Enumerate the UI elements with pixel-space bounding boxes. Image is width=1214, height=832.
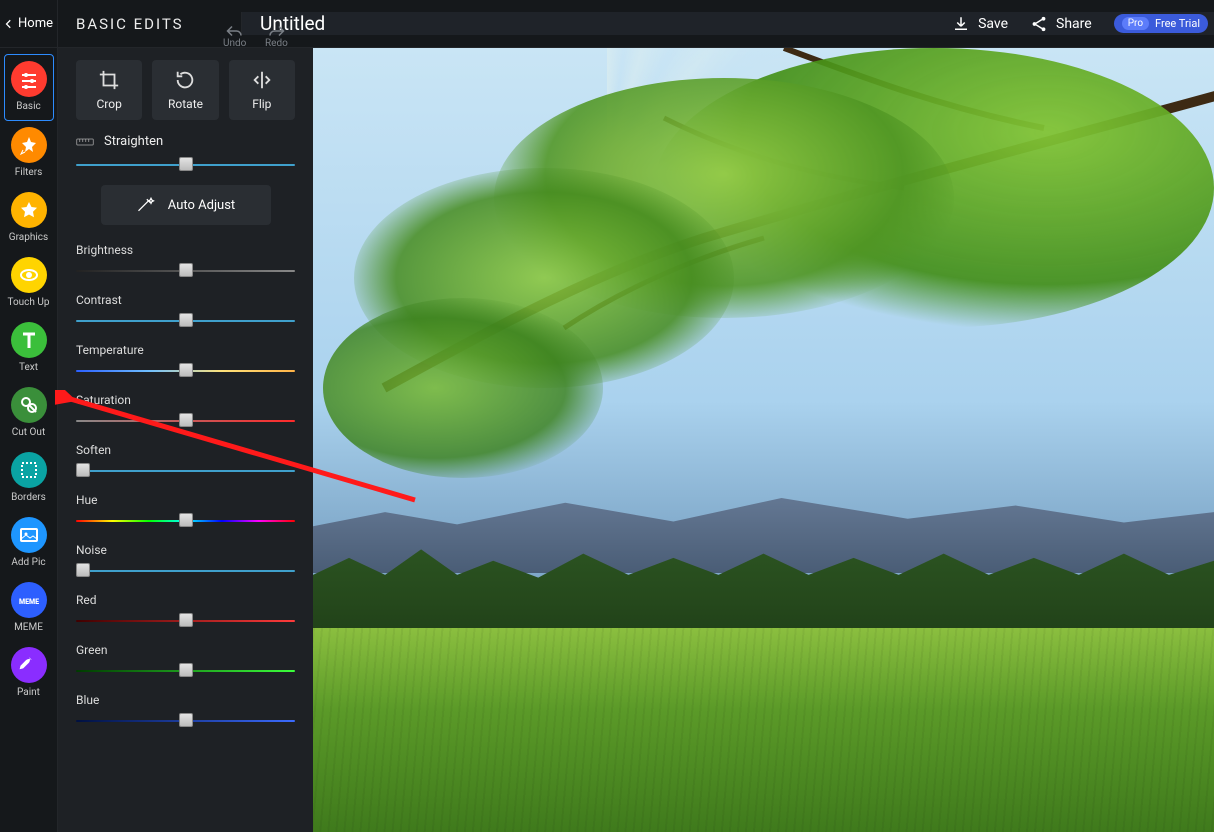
cutout-icon (11, 387, 47, 423)
straighten-icon (76, 135, 94, 149)
redo-button[interactable]: Redo (265, 24, 288, 49)
sidebar-item-basic[interactable]: Basic (4, 54, 54, 121)
svg-text:MEME: MEME (19, 598, 39, 606)
basic-icon (11, 61, 47, 97)
sidebar-item-addpic[interactable]: Add Pic (4, 511, 54, 576)
rotate-button[interactable]: Rotate (152, 60, 218, 120)
sidebar-item-label: Touch Up (7, 297, 49, 308)
green-slider[interactable] (76, 663, 295, 679)
crop-icon (98, 69, 120, 91)
sidebar-item-label: Filters (15, 167, 43, 178)
undo-button[interactable]: Undo (223, 24, 246, 49)
flip-icon (251, 69, 273, 91)
blue-slider[interactable] (76, 713, 295, 729)
sidebar-item-text[interactable]: Text (4, 316, 54, 381)
filters-icon (11, 127, 47, 163)
home-label: Home (18, 16, 53, 31)
sidebar-item-label: Graphics (9, 232, 48, 243)
brightness-slider[interactable] (76, 263, 295, 279)
temperature-slider[interactable] (76, 363, 295, 379)
borders-icon (11, 452, 47, 488)
sidebar-item-label: Text (19, 362, 38, 373)
flip-button[interactable]: Flip (229, 60, 295, 120)
sidebar-item-label: Paint (17, 687, 40, 698)
graphics-icon (11, 192, 47, 228)
canvas[interactable] (313, 48, 1214, 832)
text-icon (11, 322, 47, 358)
sidebar-item-label: Cut Out (12, 427, 45, 438)
redo-icon (267, 24, 285, 38)
edit-panel: Crop Rotate Flip Straighten (58, 48, 313, 832)
sidebar-item-paint[interactable]: Paint (4, 641, 54, 706)
green-label: Green (76, 643, 295, 657)
soften-label: Soften (76, 443, 295, 457)
temperature-label: Temperature (76, 343, 295, 357)
sidebar-item-filters[interactable]: Filters (4, 121, 54, 186)
contrast-slider[interactable] (76, 313, 295, 329)
hue-slider[interactable] (76, 513, 295, 529)
straighten-slider[interactable] (76, 157, 295, 173)
touchup-icon (11, 257, 47, 293)
sidebar-item-label: Basic (16, 101, 41, 112)
sidebar-item-label: Add Pic (11, 557, 45, 568)
soften-slider[interactable] (76, 463, 295, 479)
brightness-label: Brightness (76, 243, 295, 257)
sidebar-item-label: MEME (14, 622, 43, 633)
share-icon (1030, 15, 1048, 33)
auto-adjust-button[interactable]: Auto Adjust (101, 185, 271, 225)
image-preview (313, 48, 1214, 832)
undo-icon (226, 24, 244, 38)
paint-icon (11, 647, 47, 683)
addpic-icon (11, 517, 47, 553)
noise-label: Noise (76, 543, 295, 557)
hue-label: Hue (76, 493, 295, 507)
red-label: Red (76, 593, 295, 607)
meme-icon: MEME (11, 582, 47, 618)
sidebar-item-graphics[interactable]: Graphics (4, 186, 54, 251)
sidebar: Basic Filters Graphics Touch Up Text Cut Out B… (0, 48, 58, 832)
home-button[interactable]: Home (0, 0, 58, 48)
blue-label: Blue (76, 693, 295, 707)
saturation-label: Saturation (76, 393, 295, 407)
sidebar-item-borders[interactable]: Borders (4, 446, 54, 511)
sidebar-item-meme[interactable]: MEME MEME (4, 576, 54, 641)
magic-wand-icon (136, 196, 156, 214)
straighten-row: Straighten (76, 134, 295, 149)
download-icon (952, 15, 970, 33)
contrast-label: Contrast (76, 293, 295, 307)
red-slider[interactable] (76, 613, 295, 629)
sidebar-item-label: Borders (11, 492, 46, 503)
save-button[interactable]: Save (952, 15, 1008, 33)
saturation-slider[interactable] (76, 413, 295, 429)
noise-slider[interactable] (76, 563, 295, 579)
share-button[interactable]: Share (1030, 15, 1092, 33)
sidebar-item-cutout[interactable]: Cut Out (4, 381, 54, 446)
sidebar-item-touchup[interactable]: Touch Up (4, 251, 54, 316)
pro-badge[interactable]: Pro Free Trial (1114, 14, 1208, 33)
rotate-icon (174, 69, 196, 91)
crop-button[interactable]: Crop (76, 60, 142, 120)
